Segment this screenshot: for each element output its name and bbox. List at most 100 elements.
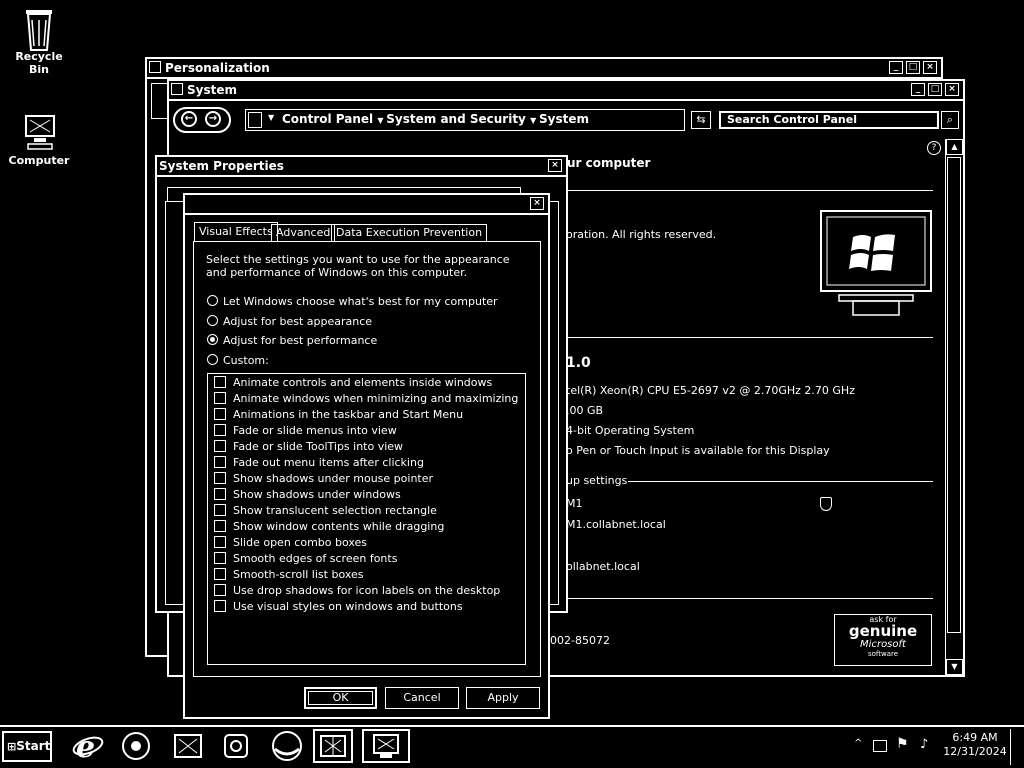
show-desktop-button[interactable] [1010,729,1022,765]
media-app-icon[interactable] [172,729,204,763]
taskbar-item-personalization[interactable] [313,729,353,763]
forward-arrow-icon[interactable]: → [205,111,221,127]
minimize-button[interactable]: _ [889,61,903,74]
radio-best-performance[interactable]: Adjust for best performance [207,334,377,348]
system-properties-titlebar[interactable]: System Properties [157,157,566,177]
apply-button[interactable]: Apply [466,687,540,709]
maximize-button[interactable]: □ [906,61,920,74]
computer-name-value: M1 [566,497,583,510]
ok-button[interactable]: OK [304,687,377,709]
checkbox[interactable] [214,488,226,500]
checkbox-window-contents-dragging[interactable]: Show window contents while dragging [214,520,444,534]
search-input[interactable]: Search Control Panel [719,111,939,129]
genuine-line3: Microsoft [860,639,906,650]
browser-app-icon[interactable] [270,729,302,763]
back-arrow-icon[interactable]: ← [181,111,197,127]
vertical-scrollbar[interactable]: ▲ ▼ [945,139,963,675]
radio-button[interactable] [207,315,218,326]
checkbox-fade-tooltips[interactable]: Fade or slide ToolTips into view [214,440,403,454]
checkbox[interactable] [214,424,226,436]
tab-data-execution-prevention[interactable]: Data Execution Prevention [331,224,488,241]
checkbox[interactable] [214,504,226,516]
cancel-button[interactable]: Cancel [385,687,459,709]
radio-button[interactable] [207,295,218,306]
back-forward-buttons[interactable]: ← → [173,107,231,133]
checkbox[interactable] [214,440,226,452]
checkbox-smooth-fonts[interactable]: Smooth edges of screen fonts [214,552,397,566]
checkbox[interactable] [214,456,226,468]
checkbox-smooth-scroll[interactable]: Smooth-scroll list boxes [214,568,364,582]
checkbox[interactable] [214,568,226,580]
checkbox-pointer-shadows[interactable]: Show shadows under mouse pointer [214,472,433,486]
checkbox-label: Show window contents while dragging [233,520,445,533]
internet-explorer-icon[interactable]: e [72,729,104,765]
breadcrumb-control-panel[interactable]: Control Panel [282,112,373,126]
chevron-down-icon[interactable]: ▼ [377,116,386,125]
checkbox[interactable] [214,552,226,564]
checkbox[interactable] [214,520,226,532]
chevron-down-icon[interactable]: ▼ [530,116,539,125]
checkbox[interactable] [214,584,226,596]
close-button[interactable]: × [530,197,544,210]
desktop-icon-recycle-bin[interactable]: Recycle Bin [4,8,74,76]
genuine-microsoft-badge[interactable]: ask for genuine Microsoft software [834,614,932,666]
clock[interactable]: 6:49 AM 12/31/2024 [942,731,1008,759]
maximize-button[interactable]: □ [928,83,942,96]
breadcrumb-system[interactable]: System [539,112,589,126]
checkbox-taskbar-animations[interactable]: Animations in the taskbar and Start Menu [214,408,463,422]
checkbox-fade-menus[interactable]: Fade or slide menus into view [214,424,397,438]
minimize-button[interactable]: _ [911,83,925,96]
radio-let-windows-choose[interactable]: Let Windows choose what's best for my co… [207,295,498,309]
performance-options-titlebar[interactable] [185,195,548,215]
radio-button[interactable] [207,354,218,365]
radio-button-selected[interactable] [207,334,218,345]
change-settings-shield-icon[interactable] [820,497,832,511]
desktop-icon-computer[interactable]: Computer [4,112,74,167]
checkbox-visual-styles[interactable]: Use visual styles on windows and buttons [214,600,463,614]
help-icon[interactable]: ? [927,141,941,155]
checkbox-slide-combo-boxes[interactable]: Slide open combo boxes [214,536,367,550]
volume-icon[interactable]: ♪ [920,737,928,752]
scroll-thumb[interactable] [947,157,961,633]
tools-app-icon[interactable] [220,729,252,763]
visual-effects-description: Select the settings you want to use for … [206,253,510,279]
tab-visual-effects[interactable]: Visual Effects [194,222,278,242]
window-title: System Properties [159,159,284,173]
scroll-up-button[interactable]: ▲ [946,139,963,155]
scroll-down-button[interactable]: ▼ [946,659,963,675]
address-bar[interactable]: ▼ Control Panel ▼ System and Security ▼ … [245,109,685,131]
system-titlebar[interactable]: System [169,81,963,101]
checkbox-label: Smooth-scroll list boxes [233,568,364,581]
tab-advanced[interactable]: Advanced [271,224,336,241]
start-button[interactable]: ⊞Start [2,731,52,762]
checkbox-window-shadows[interactable]: Show shadows under windows [214,488,401,502]
checkbox-fade-menu-items[interactable]: Fade out menu items after clicking [214,456,424,470]
radio-custom[interactable]: Custom: [207,354,269,368]
close-button[interactable]: × [945,83,959,96]
network-icon[interactable] [873,740,887,752]
checkbox[interactable] [214,408,226,420]
search-icon[interactable]: ⌕ [941,111,959,129]
radio-best-appearance[interactable]: Adjust for best appearance [207,315,372,329]
show-hidden-icons-button[interactable]: ^ [854,738,862,749]
close-button[interactable]: × [923,61,937,74]
breadcrumb-system-security[interactable]: System and Security [386,112,526,126]
checkbox[interactable] [214,600,226,612]
checkbox-translucent-selection[interactable]: Show translucent selection rectangle [214,504,437,518]
action-center-flag-icon[interactable]: ⚑ [896,736,909,752]
checkbox[interactable] [214,392,226,404]
checkbox-animate-windows[interactable]: Animate windows when minimizing and maxi… [214,392,518,406]
personalization-titlebar[interactable]: Personalization [147,59,941,79]
checkbox[interactable] [214,376,226,388]
windows-explorer-icon[interactable] [120,729,152,763]
refresh-button[interactable]: ⇆ [691,111,711,129]
checkbox-animate-controls[interactable]: Animate controls and elements inside win… [214,376,492,390]
checkbox[interactable] [214,536,226,548]
checkbox[interactable] [214,472,226,484]
checkbox-icon-label-shadows[interactable]: Use drop shadows for icon labels on the … [214,584,500,598]
close-button[interactable]: × [548,159,562,172]
chevron-down-icon[interactable]: ▼ [268,113,274,122]
taskbar-item-system[interactable] [362,729,410,763]
checkbox-label: Animations in the taskbar and Start Menu [233,408,464,421]
control-panel-icon [248,112,262,128]
